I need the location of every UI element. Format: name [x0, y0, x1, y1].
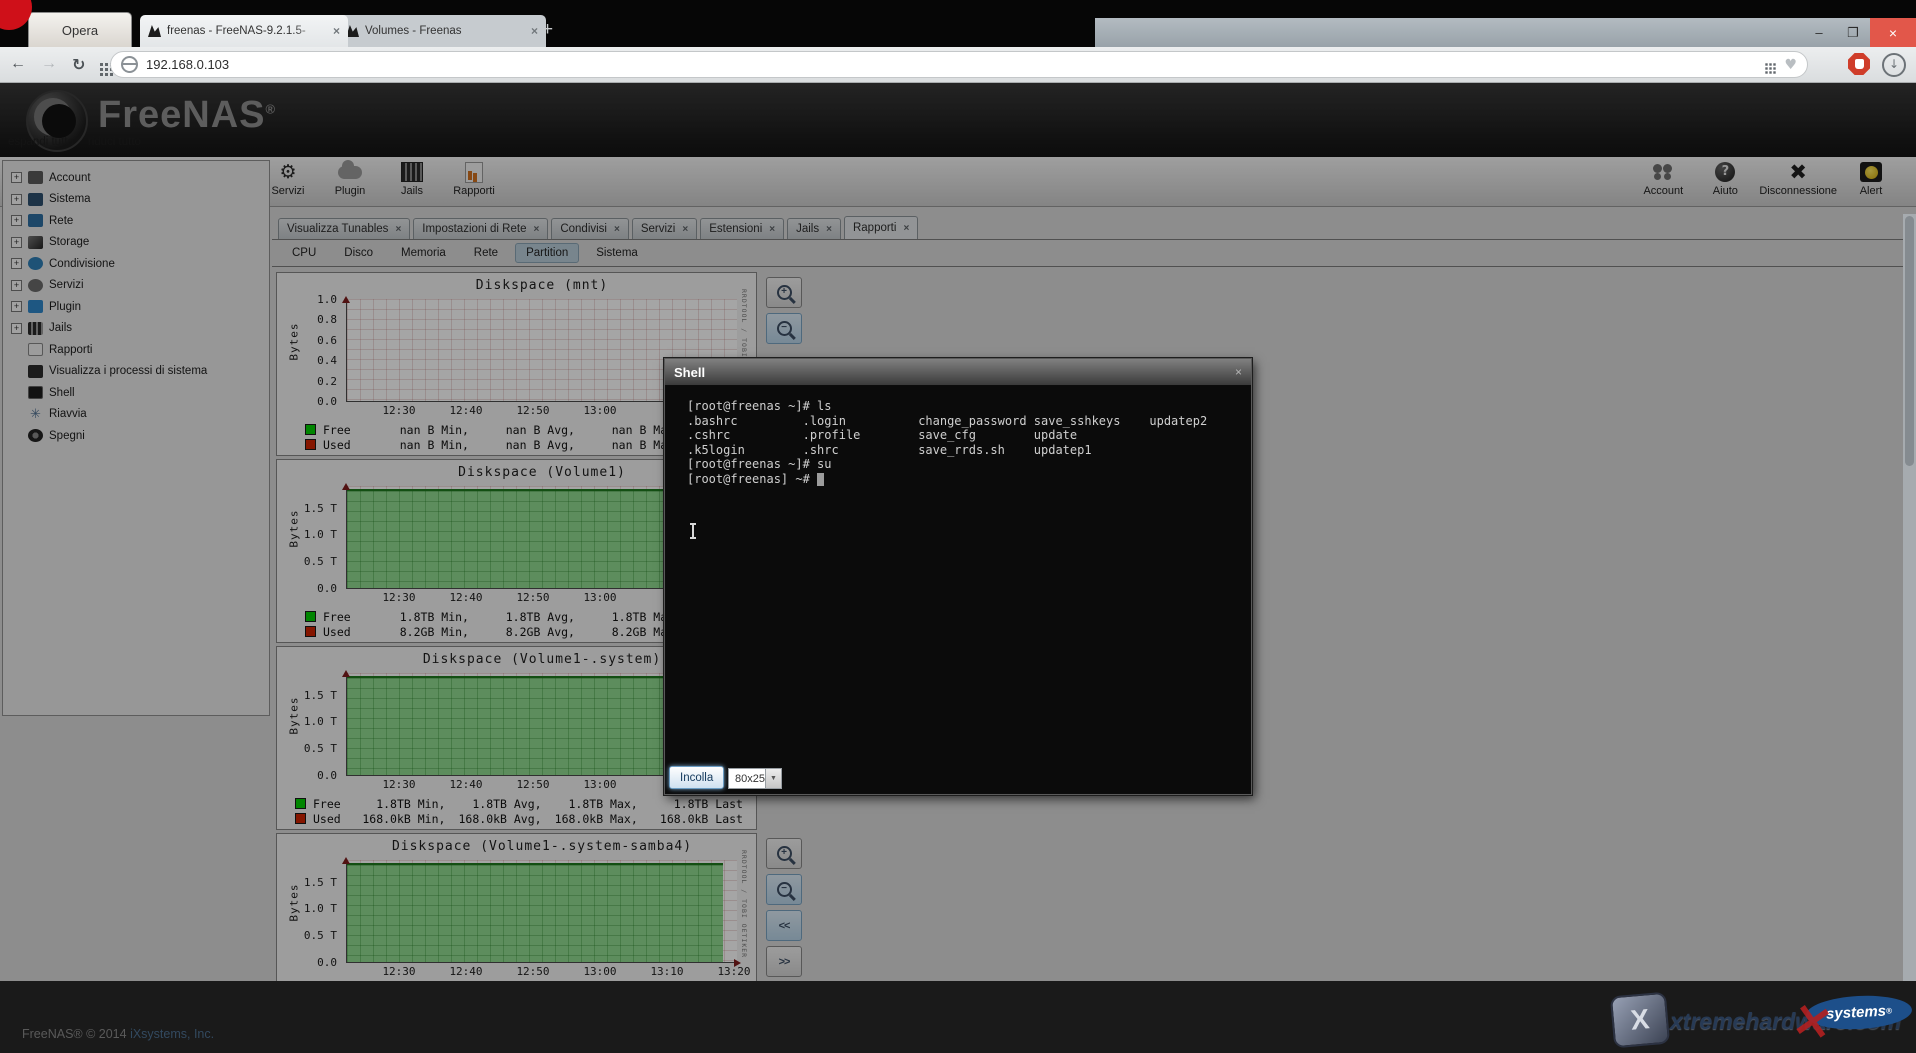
- window-restore-button[interactable]: ❐: [1836, 18, 1870, 47]
- site-globe-icon: [121, 56, 138, 73]
- browser-tab-freenas[interactable]: freenas - FreeNAS-9.2.1.5- ×: [140, 15, 348, 47]
- paste-button[interactable]: Incolla: [669, 766, 724, 789]
- shell-dialog[interactable]: Shell × [root@freenas ~]# ls .bashrc .lo…: [664, 358, 1252, 795]
- site-watermark: X xtremehardware.com systems® ×: [1612, 987, 1912, 1053]
- xtremehardware-badge-icon: X: [1610, 992, 1670, 1049]
- freenas-page: FreeNAS® Sistema Rete Storage ↻ Condivis…: [0, 82, 1916, 1053]
- forward-button-icon[interactable]: →: [41, 55, 57, 73]
- page-scrollbar[interactable]: [1903, 214, 1916, 981]
- browser-tab-title: Volumes - Freenas: [365, 25, 525, 37]
- url-field[interactable]: 192.168.0.103 ♥: [110, 51, 1808, 78]
- red-x-brush-icon: ×: [1787, 988, 1838, 1052]
- new-tab-button[interactable]: +: [542, 19, 553, 41]
- bookmark-heart-icon[interactable]: ♥: [1784, 57, 1797, 73]
- url-text: 192.168.0.103: [146, 57, 229, 72]
- text-cursor-ibeam: [692, 524, 694, 538]
- back-button-icon[interactable]: ←: [10, 55, 26, 73]
- shell-title: Shell: [674, 365, 705, 380]
- opera-menu-button[interactable]: Opera: [28, 12, 132, 48]
- reload-button-icon[interactable]: ↻: [72, 55, 85, 74]
- shell-title-bar[interactable]: Shell ×: [665, 359, 1251, 385]
- freenas-favicon-icon: [148, 25, 161, 37]
- window-minimize-button[interactable]: –: [1802, 18, 1836, 47]
- terminal-size-select[interactable]: 80x25 ▼: [728, 768, 782, 789]
- download-icon[interactable]: ↓: [1882, 53, 1906, 77]
- browser-tab-strip: – ❐ × Opera freenas - FreeNAS-9.2.1.5- ×…: [0, 0, 1916, 47]
- terminal-output: [root@freenas ~]# ls .bashrc .login chan…: [687, 399, 1250, 472]
- stop-hand-badge-icon[interactable]: [1848, 53, 1870, 75]
- terminal-prompt: [root@freenas] ~#: [687, 472, 817, 487]
- scrollbar-thumb[interactable]: [1905, 216, 1914, 466]
- chevron-down-icon[interactable]: ▼: [765, 769, 781, 788]
- grid-icon[interactable]: [1766, 63, 1768, 65]
- tab-close-icon[interactable]: ×: [333, 24, 340, 38]
- terminal-cursor: [817, 473, 824, 486]
- browser-tab-volumes[interactable]: Volumes - Freenas ×: [338, 15, 546, 47]
- browser-tab-title: freenas - FreeNAS-9.2.1.5-: [167, 25, 327, 37]
- shell-terminal[interactable]: [root@freenas ~]# ls .bashrc .login chan…: [666, 386, 1250, 793]
- tab-close-icon[interactable]: ×: [531, 24, 538, 38]
- window-controls: – ❐ ×: [1095, 18, 1916, 47]
- dialog-close-icon[interactable]: ×: [1235, 365, 1242, 379]
- browser-address-bar: ← → ↻ 192.168.0.103 ♥ ↓: [0, 47, 1916, 83]
- speed-dial-icon[interactable]: [100, 63, 103, 66]
- window-close-button[interactable]: ×: [1870, 18, 1916, 47]
